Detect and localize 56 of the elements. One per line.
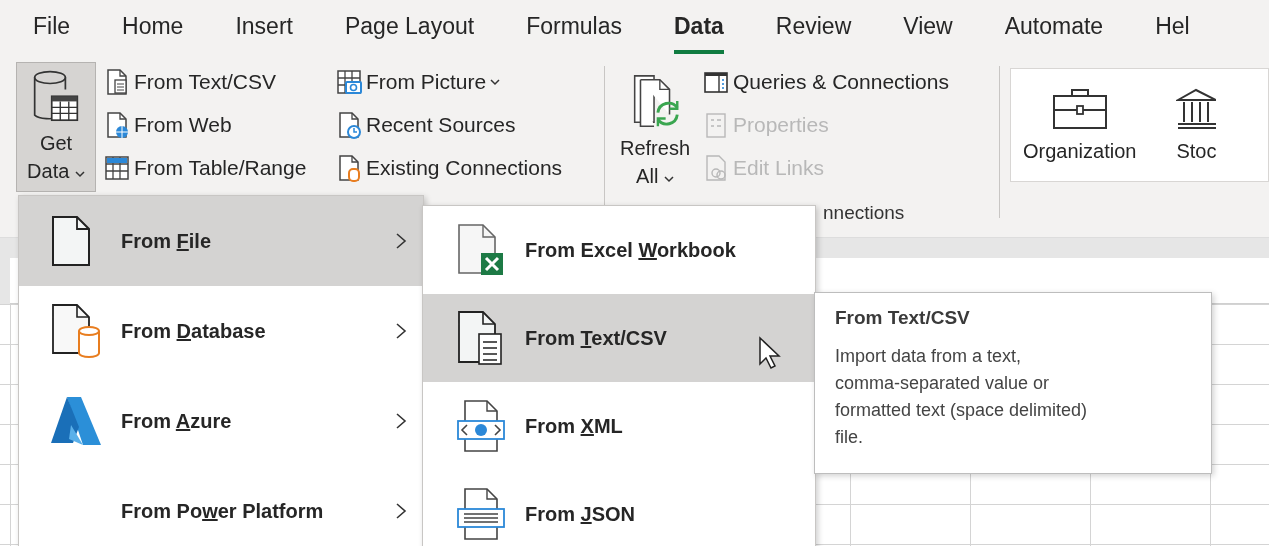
ribbon-tab[interactable]: Automate xyxy=(1004,4,1104,54)
clock-document-icon xyxy=(336,111,362,139)
chevron-right-icon xyxy=(395,502,407,520)
menu-item[interactable]: From Azure xyxy=(19,376,423,466)
briefcase-icon xyxy=(1051,87,1108,130)
text-document-icon xyxy=(104,68,130,96)
ribbon-command[interactable]: From Picture xyxy=(336,68,590,96)
menu-item[interactable]: From Database xyxy=(19,286,423,376)
database-document-icon xyxy=(49,303,103,359)
text-file-icon xyxy=(455,310,505,366)
caret-icon xyxy=(663,175,674,183)
azure-logo-icon xyxy=(49,395,103,447)
tooltip-text: Import data from a text, comma-separated value or formatted text (space delimited) file. xyxy=(835,345,1089,449)
web-document-icon xyxy=(104,111,130,139)
mouse-pointer-icon xyxy=(758,336,782,370)
ribbon-tab[interactable]: View xyxy=(903,4,953,54)
ribbon-tab[interactable]: Page Layout xyxy=(344,4,475,54)
get-data-button[interactable]: Get Data xyxy=(16,62,96,192)
chevron-right-icon xyxy=(395,322,407,340)
bank-icon xyxy=(1176,87,1217,130)
xml-file-icon xyxy=(455,399,507,453)
list-icon xyxy=(703,111,729,139)
excel-file-icon xyxy=(455,223,505,277)
refresh-all-button[interactable]: Refresh All xyxy=(615,66,695,196)
data-type-button[interactable]: Organization xyxy=(1023,69,1137,181)
menu-item[interactable]: From File xyxy=(19,196,423,286)
ribbon-tab[interactable]: Data xyxy=(674,4,724,54)
table-icon xyxy=(104,154,130,182)
data-type-button[interactable]: Stoc xyxy=(1176,69,1217,181)
ribbon-tab[interactable]: Home xyxy=(122,4,184,54)
chevron-right-icon xyxy=(395,412,407,430)
menu-item[interactable]: From XML xyxy=(423,382,815,470)
menu-item[interactable]: From Power Platform xyxy=(19,466,423,546)
ribbon-tab[interactable]: Formulas xyxy=(526,4,622,54)
ribbon-tab[interactable]: Insert xyxy=(235,4,293,54)
ribbon-command[interactable]: Existing Connections xyxy=(336,154,590,182)
menu-item[interactable]: From JSON xyxy=(423,470,815,546)
tooltip-title: From Text/CSV xyxy=(835,307,971,329)
ribbon-tab[interactable]: Review xyxy=(775,4,852,54)
ribbon-command[interactable]: From Table/Range xyxy=(104,154,328,182)
group-label: nnections xyxy=(822,201,906,224)
chevron-right-icon xyxy=(395,232,407,250)
table-camera-icon xyxy=(336,68,362,96)
link-document-icon xyxy=(703,154,729,182)
ribbon-command[interactable]: From Text/CSV xyxy=(104,68,328,96)
menu-item[interactable]: From Excel Workbook xyxy=(423,206,815,294)
document-icon xyxy=(49,215,93,267)
ribbon-command[interactable]: Recent Sources xyxy=(336,111,590,139)
database-document-icon xyxy=(336,154,362,182)
ribbon-command[interactable]: From Web xyxy=(104,111,328,139)
menu-item[interactable]: From Text/CSV xyxy=(423,294,815,382)
caret-icon xyxy=(74,170,85,178)
json-file-icon xyxy=(455,487,507,541)
ribbon-command[interactable]: Queries & Connections xyxy=(703,68,985,96)
ribbon-tab[interactable]: Hel xyxy=(1155,4,1190,54)
ribbon-tab[interactable]: File xyxy=(33,4,71,54)
